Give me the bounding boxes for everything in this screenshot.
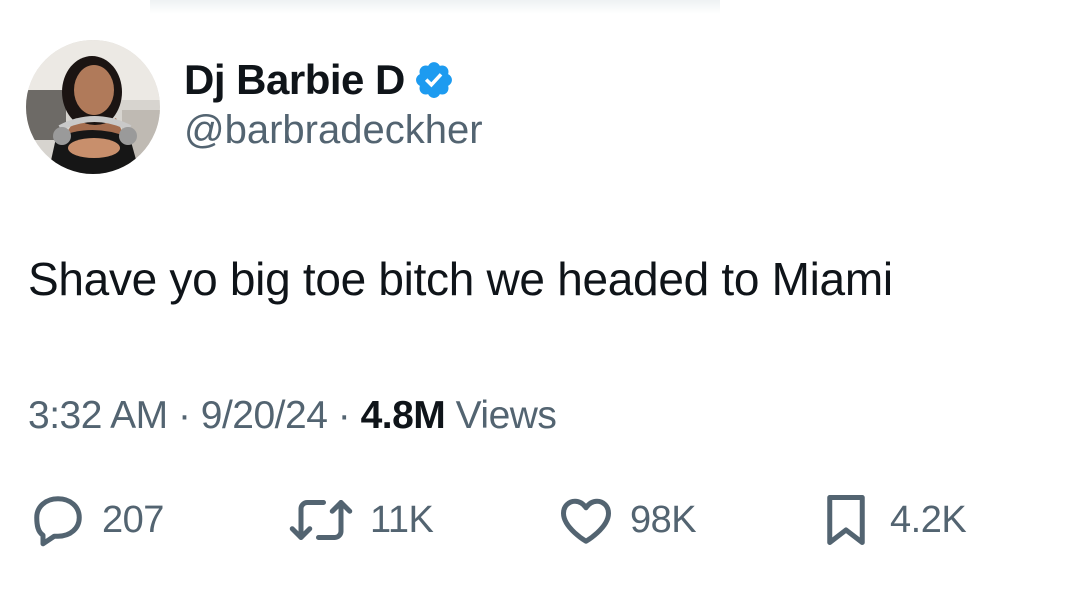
- author-display-name[interactable]: Dj Barbie D: [184, 56, 405, 104]
- avatar-photo: [26, 40, 160, 174]
- views-count[interactable]: 4.8M: [361, 394, 446, 437]
- tweet-date[interactable]: 9/20/24: [201, 394, 328, 437]
- tweet-text: Shave yo big toe bitch we headed to Miam…: [28, 253, 893, 305]
- tweet-time[interactable]: 3:32 AM: [28, 394, 168, 437]
- reply-button[interactable]: 207: [28, 490, 164, 550]
- bookmark-icon: [827, 495, 865, 545]
- like-count: 98K: [630, 498, 697, 541]
- bookmark-count: 4.2K: [890, 498, 967, 541]
- reply-count: 207: [102, 498, 164, 541]
- verified-badge-icon[interactable]: [413, 59, 455, 101]
- bookmark-button[interactable]: 4.2K: [816, 490, 967, 550]
- repost-icon: [289, 500, 353, 540]
- reply-icon: [34, 496, 82, 547]
- views-label[interactable]: Views: [456, 394, 557, 437]
- action-bar: 207 11K 98K 4.2K: [0, 490, 1066, 550]
- meta-separator: ·: [337, 394, 361, 437]
- author-name-row[interactable]: Dj Barbie D: [184, 54, 455, 106]
- top-edge-shadow: [150, 0, 720, 14]
- avatar[interactable]: [26, 40, 160, 174]
- like-button[interactable]: 98K: [556, 490, 697, 550]
- author-handle[interactable]: @barbradeckher: [184, 108, 483, 153]
- heart-icon: [561, 498, 611, 544]
- repost-button[interactable]: 11K: [286, 490, 434, 550]
- tweet-screenshot: Dj Barbie D @barbradeckher Shave yo big …: [0, 0, 1066, 601]
- tweet-meta: 3:32 AM · 9/20/24 · 4.8M Views: [28, 394, 557, 438]
- meta-separator: ·: [177, 394, 201, 437]
- repost-count: 11K: [370, 498, 434, 541]
